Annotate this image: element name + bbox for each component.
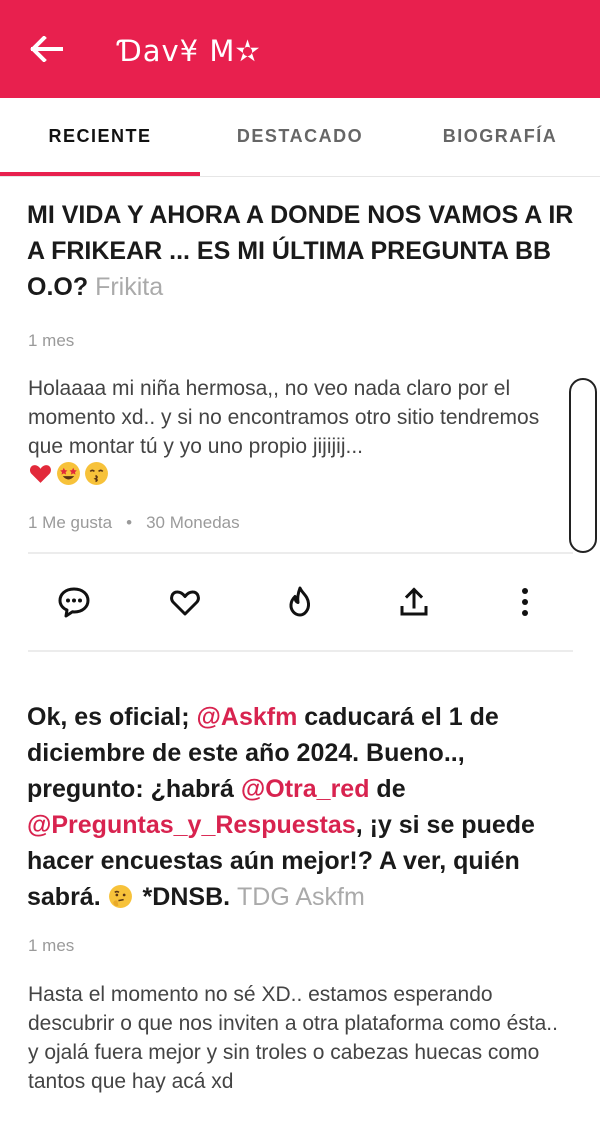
kissing-emoji	[84, 461, 109, 486]
star-struck-emoji	[56, 461, 81, 486]
divider	[28, 650, 573, 652]
answer-timestamp: 1 mes	[28, 331, 75, 350]
question-author[interactable]: Frikita	[95, 273, 163, 301]
back-button[interactable]	[30, 36, 64, 62]
action-bar	[0, 570, 600, 634]
app-header: Ɗav¥ M✫	[0, 0, 600, 98]
comment-icon	[58, 587, 90, 618]
coins-count[interactable]: 30 Monedas	[146, 513, 240, 532]
fire-icon	[289, 586, 311, 617]
likes-count[interactable]: 1 Me gusta	[28, 513, 112, 532]
answer-stats: 1 Me gusta • 30 Monedas	[28, 513, 240, 533]
scrollbar-thumb[interactable]	[569, 378, 597, 553]
share-icon	[400, 587, 428, 616]
question-segment: Ok, es oficial;	[27, 703, 197, 731]
comment-button[interactable]	[56, 584, 92, 620]
like-button[interactable]	[167, 584, 203, 620]
question-author[interactable]: TDG Askfm	[237, 883, 365, 911]
more-vertical-icon	[522, 588, 528, 616]
mention-link[interactable]: @Askfm	[197, 703, 298, 731]
question-text[interactable]: MI VIDA Y AHORA A DONDE NOS VAMOS A IR A…	[27, 197, 575, 305]
more-options-button[interactable]	[507, 584, 543, 620]
answer-body: Holaaaa mi niña hermosa,, no veo nada cl…	[28, 377, 540, 458]
page-title: Ɗav¥ M✫	[118, 34, 261, 68]
tab-destacado[interactable]: DESTACADO	[200, 98, 400, 176]
divider	[28, 552, 573, 554]
question-segment: de	[369, 775, 406, 803]
answer-text: Hasta el momento no sé XD.. estamos espe…	[28, 983, 558, 1093]
answer-text: Holaaaa mi niña hermosa,, no veo nada cl…	[28, 374, 573, 490]
share-button[interactable]	[396, 584, 432, 620]
thinking-emoji	[108, 884, 133, 909]
arrow-left-icon	[30, 36, 63, 62]
heart-emoji	[28, 461, 53, 486]
question-segment: *DNSB.	[135, 883, 231, 911]
mention-link[interactable]: @Preguntas_y_Respuestas	[27, 811, 356, 839]
active-tab-indicator	[0, 172, 200, 176]
separator-dot: •	[126, 513, 133, 532]
tab-biografia[interactable]: BIOGRAFÍA	[400, 98, 600, 176]
question-text[interactable]: Ok, es oficial; @Askfm caducará el 1 de …	[27, 699, 575, 915]
answer-timestamp: 1 mes	[28, 936, 75, 955]
tab-reciente[interactable]: RECIENTE	[0, 98, 200, 176]
mention-link[interactable]: @Otra_red	[241, 775, 370, 803]
tab-bar: RECIENTE DESTACADO BIOGRAFÍA	[0, 98, 600, 177]
heart-icon	[170, 590, 200, 616]
fire-button[interactable]	[282, 584, 318, 620]
